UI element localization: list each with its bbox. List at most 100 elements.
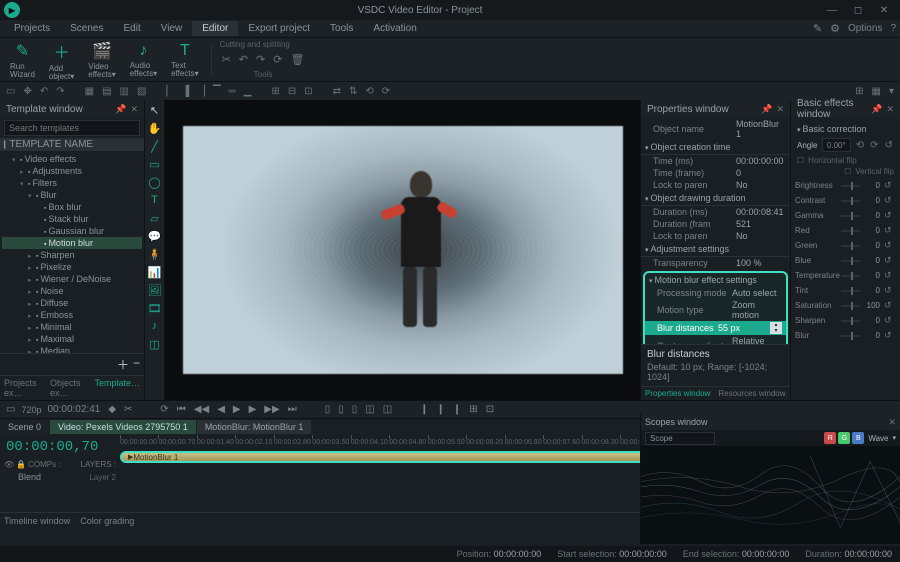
tree-filters[interactable]: ▾▪ Filters xyxy=(2,177,142,189)
reset-icon[interactable]: ↺ xyxy=(884,195,896,206)
pb-btn4[interactable]: ◫ xyxy=(363,404,376,415)
ptb-rot-r[interactable]: ⟳ xyxy=(380,86,392,97)
ptb-flip-v[interactable]: ⇅ xyxy=(347,86,359,97)
refresh-button[interactable]: ⟳ xyxy=(271,51,284,68)
slider-brightness[interactable]: Brightness0↺ xyxy=(795,178,896,193)
ptb-t3[interactable]: ▥ xyxy=(118,86,131,97)
pb-marker-icon[interactable]: ◆ xyxy=(106,404,118,415)
mb-row-3[interactable]: Center coordinatRelative coordinate xyxy=(645,335,786,344)
reset-icon[interactable]: ↺ xyxy=(884,315,896,326)
tree-adjustments[interactable]: ▸▪ Adjustments xyxy=(2,165,142,177)
tpl-tab-2[interactable]: Template… xyxy=(90,376,144,400)
reset-icon[interactable]: ↺ xyxy=(884,330,896,341)
cut-button[interactable]: ✂ xyxy=(220,51,233,68)
menu-tools[interactable]: Tools xyxy=(320,21,363,36)
mb-row-0[interactable]: Processing modeAuto select xyxy=(645,287,786,299)
tree-blur[interactable]: ▾▪ Blur xyxy=(2,189,142,201)
pb-next-icon[interactable]: ▶▶ xyxy=(262,404,281,415)
vt-audio-icon[interactable]: ♪ xyxy=(147,318,163,334)
tree-video-effects[interactable]: ▾▪ Video effects xyxy=(2,153,142,165)
scope-ch-R[interactable]: R xyxy=(824,432,836,444)
flip-h-checkbox[interactable]: Horizontal flip xyxy=(808,156,856,165)
pb-last-icon[interactable]: ⏭ xyxy=(286,404,299,415)
maximize-button[interactable]: ◻ xyxy=(846,2,870,18)
ribbon-video[interactable]: 🎬Videoeffects▾ xyxy=(84,37,119,83)
preview-canvas[interactable] xyxy=(165,100,640,400)
prop-row[interactable]: Lock to parenNo xyxy=(641,179,790,191)
mb-row-1[interactable]: Motion typeZoom motion xyxy=(645,299,786,321)
props-close-icon[interactable]: ✕ xyxy=(776,104,784,115)
pb-first-icon[interactable]: ⏮ xyxy=(175,404,188,415)
tree-median[interactable]: ▸▪ Median xyxy=(2,345,142,353)
ptb-align-m[interactable]: ═ xyxy=(227,86,238,97)
prop-row[interactable]: Time (frame)0 xyxy=(641,167,790,179)
tpl-tab-1[interactable]: Objects ex… xyxy=(46,376,91,400)
vt-text-icon[interactable]: T xyxy=(147,192,163,208)
undo-button[interactable]: ↶ xyxy=(237,51,250,68)
ptb-t4[interactable]: ▧ xyxy=(135,86,148,97)
ptb-align-c[interactable]: ▐ xyxy=(180,86,191,97)
reset-icon[interactable]: ↺ xyxy=(884,270,896,281)
ptb-d2[interactable]: ⊟ xyxy=(286,86,298,97)
reset-icon[interactable]: ↺ xyxy=(884,225,896,236)
slider-sharpen[interactable]: Sharpen0↺ xyxy=(795,313,896,328)
tree-motion-blur[interactable]: ▪ Motion blur xyxy=(2,237,142,249)
pb-resolution[interactable]: 720p xyxy=(21,405,41,415)
vt-line-icon[interactable]: ╱ xyxy=(147,138,163,154)
reset-icon[interactable]: ↺ xyxy=(884,285,896,296)
step-down[interactable]: ▾ xyxy=(770,328,782,334)
menu-edit[interactable]: Edit xyxy=(113,21,150,36)
tree-box-blur[interactable]: ▪ Box blur xyxy=(2,201,142,213)
pb-snap1[interactable]: ❙ xyxy=(418,404,430,415)
vt-hand-icon[interactable]: ✋ xyxy=(147,120,163,136)
pb-btn5[interactable]: ◫ xyxy=(381,404,394,415)
tree-maximal[interactable]: ▸▪ Maximal xyxy=(2,333,142,345)
slider-red[interactable]: Red0↺ xyxy=(795,223,896,238)
pb-stepback-icon[interactable]: ◀ xyxy=(215,404,227,415)
menu-export-project[interactable]: Export project xyxy=(238,21,320,36)
ptb-flip-h[interactable]: ⇄ xyxy=(331,86,343,97)
menu-projects[interactable]: Projects xyxy=(4,21,60,36)
tree-emboss[interactable]: ▸▪ Emboss xyxy=(2,309,142,321)
reset-icon[interactable]: ↺ xyxy=(884,240,896,251)
ptb-redo[interactable]: ↷ xyxy=(54,86,66,97)
slider-blue[interactable]: Blue0↺ xyxy=(795,253,896,268)
slider-saturation[interactable]: Saturation100↺ xyxy=(795,298,896,313)
vt-cursor-icon[interactable]: ↖ xyxy=(147,102,163,118)
options-menu[interactable]: Options xyxy=(848,23,882,34)
scope-ch-B[interactable]: B xyxy=(852,432,864,444)
minimize-button[interactable]: — xyxy=(820,2,844,18)
reset-icon[interactable]: ↺ xyxy=(884,180,896,191)
reset-icon[interactable]: ↺ xyxy=(884,255,896,266)
menu-scenes[interactable]: Scenes xyxy=(60,21,113,36)
menu-editor[interactable]: Editor xyxy=(192,21,238,36)
props-tab-resources[interactable]: Resources window xyxy=(714,387,789,400)
tpl-tab-0[interactable]: Projects ex… xyxy=(0,376,46,400)
new-project-icon[interactable]: ✎ xyxy=(813,22,822,35)
reset-icon[interactable]: ↺ xyxy=(884,300,896,311)
reset-icon[interactable]: ↺ xyxy=(884,210,896,221)
ribbon-text[interactable]: TTexteffects▾ xyxy=(167,37,202,83)
tree-pixelize[interactable]: ▸▪ Pixelize xyxy=(2,261,142,273)
tree-gaussian-blur[interactable]: ▪ Gaussian blur xyxy=(2,225,142,237)
vt-chat-icon[interactable]: 💬 xyxy=(147,228,163,244)
prop-row[interactable]: Lock to parenNo xyxy=(641,230,790,242)
ptb-zoom[interactable]: ▾ xyxy=(887,86,896,97)
ribbon-run[interactable]: ✎RunWizard xyxy=(6,37,39,83)
pb-play-icon[interactable]: ▶ xyxy=(231,404,243,415)
pb-snap2[interactable]: ❙ xyxy=(435,404,447,415)
pb-btn1[interactable]: ▯ xyxy=(323,404,333,415)
mb-row-2[interactable]: Blur distances55 px▴▾ xyxy=(645,321,786,335)
vt-sprite-icon[interactable]: ◫ xyxy=(147,336,163,352)
ptb-move[interactable]: ✥ xyxy=(21,86,33,97)
prop-row[interactable]: Time (ms)00:00:00:00 xyxy=(641,155,790,167)
scopes-mode-select[interactable]: Scope xyxy=(645,432,715,445)
tl-footer-colorgrading[interactable]: Color grading xyxy=(80,516,134,526)
tree-noise[interactable]: ▸▪ Noise xyxy=(2,285,142,297)
slider-contrast[interactable]: Contrast0↺ xyxy=(795,193,896,208)
vt-ellipse-icon[interactable]: ◯ xyxy=(147,174,163,190)
tree-wiener-denoise[interactable]: ▸▪ Wiener / DeNoise xyxy=(2,273,142,285)
tree-stack-blur[interactable]: ▪ Stack blur xyxy=(2,213,142,225)
slider-green[interactable]: Green0↺ xyxy=(795,238,896,253)
tree-minimal[interactable]: ▸▪ Minimal xyxy=(2,321,142,333)
